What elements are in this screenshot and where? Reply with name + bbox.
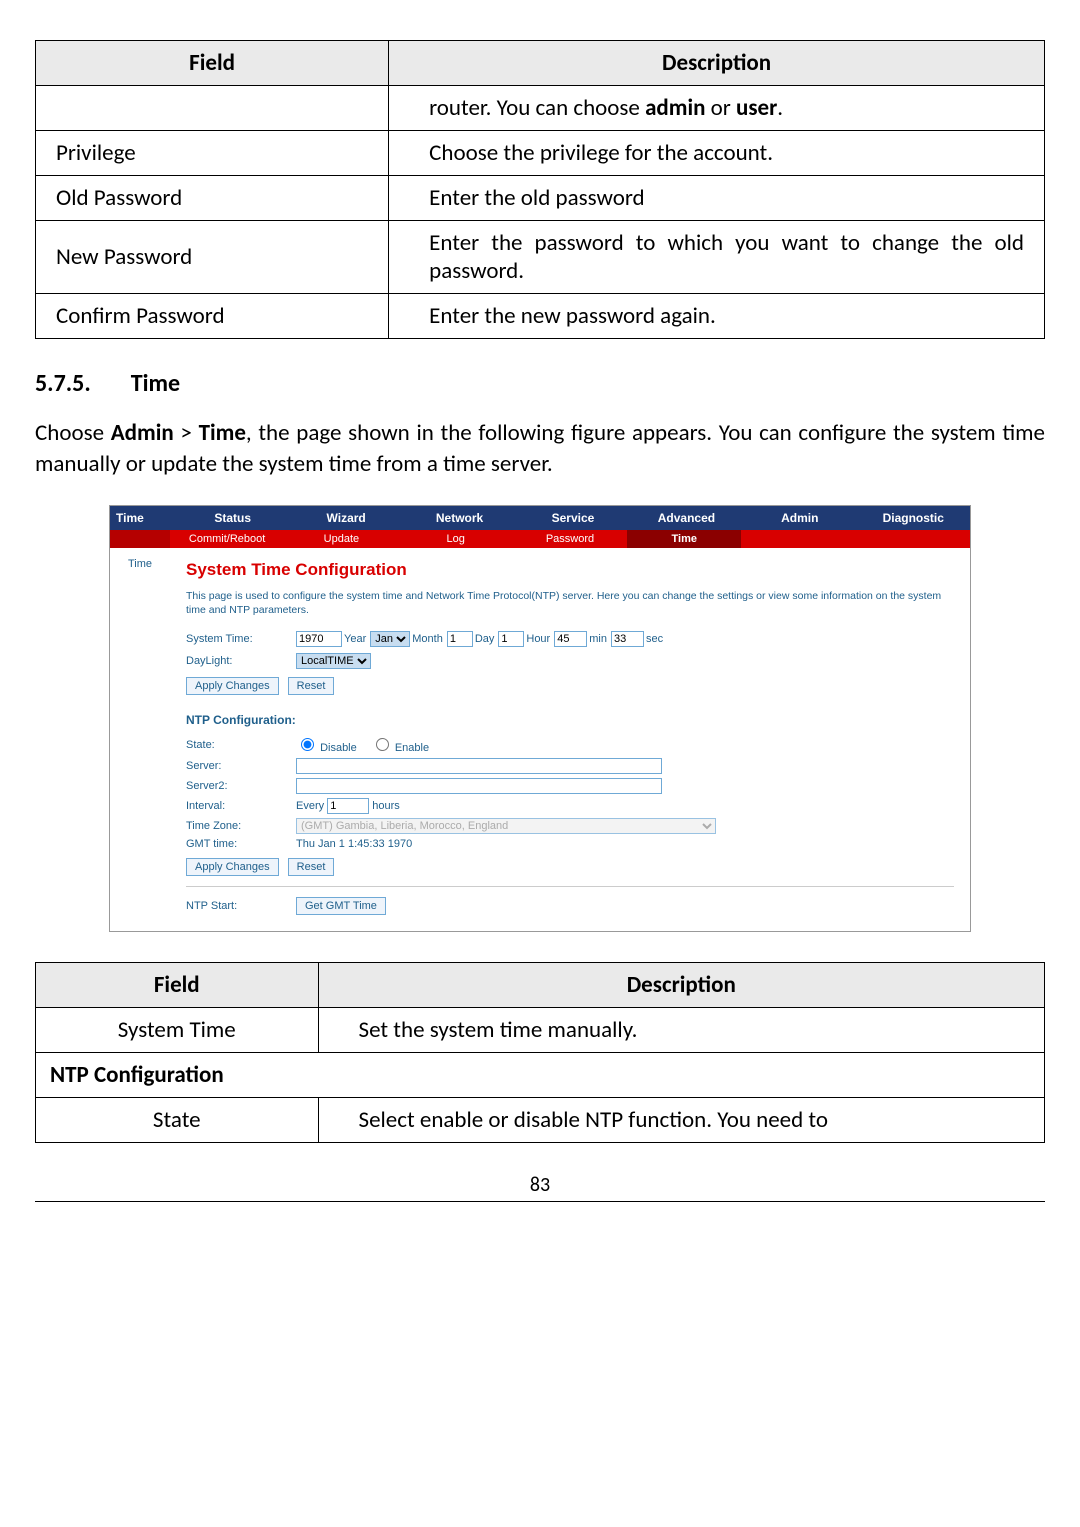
- main-tab-bar: Time Status Wizard Network Service Advan…: [110, 506, 970, 530]
- day-input[interactable]: [498, 631, 524, 647]
- interval-input[interactable]: [327, 798, 369, 814]
- footer-line: [35, 1201, 1045, 1202]
- table-row: New Password Enter the password to which…: [36, 221, 1045, 294]
- cell: router. You can choose admin or user.: [389, 86, 1045, 131]
- section-number: 5.7.5.: [35, 369, 91, 398]
- ntp-state-row: State: Disable Enable: [186, 735, 954, 754]
- config-hint: This page is used to configure the syste…: [186, 590, 954, 617]
- config-heading: System Time Configuration: [186, 560, 954, 580]
- tab-status[interactable]: Status: [176, 506, 289, 530]
- subtab-update[interactable]: Update: [284, 530, 398, 548]
- tab-admin[interactable]: Admin: [743, 506, 856, 530]
- section-paragraph: Choose Admin > Time, the page shown in t…: [35, 418, 1045, 480]
- daylight-label: DayLight:: [186, 655, 296, 667]
- subtab-commit[interactable]: Commit/Reboot: [170, 530, 284, 548]
- system-time-label: System Time:: [186, 633, 296, 645]
- subtab-password[interactable]: Password: [513, 530, 627, 548]
- router-screenshot: Time Status Wizard Network Service Advan…: [109, 505, 971, 932]
- tab-diagnostic[interactable]: Diagnostic: [857, 506, 970, 530]
- state-enable-radio[interactable]: Enable: [371, 735, 429, 754]
- table-row: Confirm Password Enter the new password …: [36, 294, 1045, 339]
- reset-button[interactable]: Reset: [288, 677, 335, 695]
- page-footer: 83: [35, 1173, 1045, 1202]
- table1-header-field: Field: [36, 41, 389, 86]
- tab-left-label: Time: [110, 506, 176, 530]
- sidebar: Time: [110, 548, 170, 931]
- month-select[interactable]: Jan: [370, 631, 410, 647]
- field-description-table-1: Field Description router. You can choose…: [35, 40, 1045, 339]
- daylight-row: DayLight: LocalTIME: [186, 653, 954, 669]
- hour-input[interactable]: [554, 631, 587, 647]
- sub-tab-bar: Commit/Reboot Update Log Password Time: [110, 530, 970, 548]
- timezone-select[interactable]: (GMT) Gambia, Liberia, Morocco, England: [296, 818, 716, 834]
- table-row: Privilege Choose the privilege for the a…: [36, 131, 1045, 176]
- table-row: State Select enable or disable NTP funct…: [36, 1098, 1045, 1143]
- section-title: Time: [131, 369, 180, 398]
- reset-button-2[interactable]: Reset: [288, 858, 335, 876]
- get-gmt-time-button[interactable]: Get GMT Time: [296, 897, 386, 915]
- tab-service[interactable]: Service: [516, 506, 629, 530]
- tab-wizard[interactable]: Wizard: [289, 506, 402, 530]
- apply-changes-button-2[interactable]: Apply Changes: [186, 858, 279, 876]
- field-description-table-2: Field Description System Time Set the sy…: [35, 962, 1045, 1143]
- tab-network[interactable]: Network: [403, 506, 516, 530]
- daylight-select[interactable]: LocalTIME: [296, 653, 371, 669]
- page-number: 83: [530, 1173, 550, 1197]
- ntp-config-heading: NTP Configuration:: [186, 713, 954, 727]
- subtab-time[interactable]: Time: [627, 530, 741, 548]
- sidebar-item-time[interactable]: Time: [110, 558, 170, 570]
- server2-input[interactable]: [296, 778, 662, 794]
- table2-header-field: Field: [36, 963, 319, 1008]
- gmt-time-value: Thu Jan 1 1:45:33 1970: [296, 838, 412, 850]
- table-row: router. You can choose admin or user.: [36, 86, 1045, 131]
- table2-header-desc: Description: [318, 963, 1044, 1008]
- system-time-row: System Time: Year Jan Month Day Hour min…: [186, 631, 954, 647]
- tab-advanced[interactable]: Advanced: [630, 506, 743, 530]
- table1-header-desc: Description: [389, 41, 1045, 86]
- min-input[interactable]: [611, 631, 644, 647]
- apply-changes-button[interactable]: Apply Changes: [186, 677, 279, 695]
- month-val-input[interactable]: [447, 631, 473, 647]
- state-disable-radio[interactable]: Disable: [296, 735, 357, 754]
- subtab-log[interactable]: Log: [399, 530, 513, 548]
- server-input[interactable]: [296, 758, 662, 774]
- section-heading: 5.7.5. Time: [35, 369, 1045, 398]
- year-input[interactable]: [296, 631, 342, 647]
- table-row: Old Password Enter the old password: [36, 176, 1045, 221]
- table-row: System Time Set the system time manually…: [36, 1008, 1045, 1053]
- table-row: NTP Configuration: [36, 1053, 1045, 1098]
